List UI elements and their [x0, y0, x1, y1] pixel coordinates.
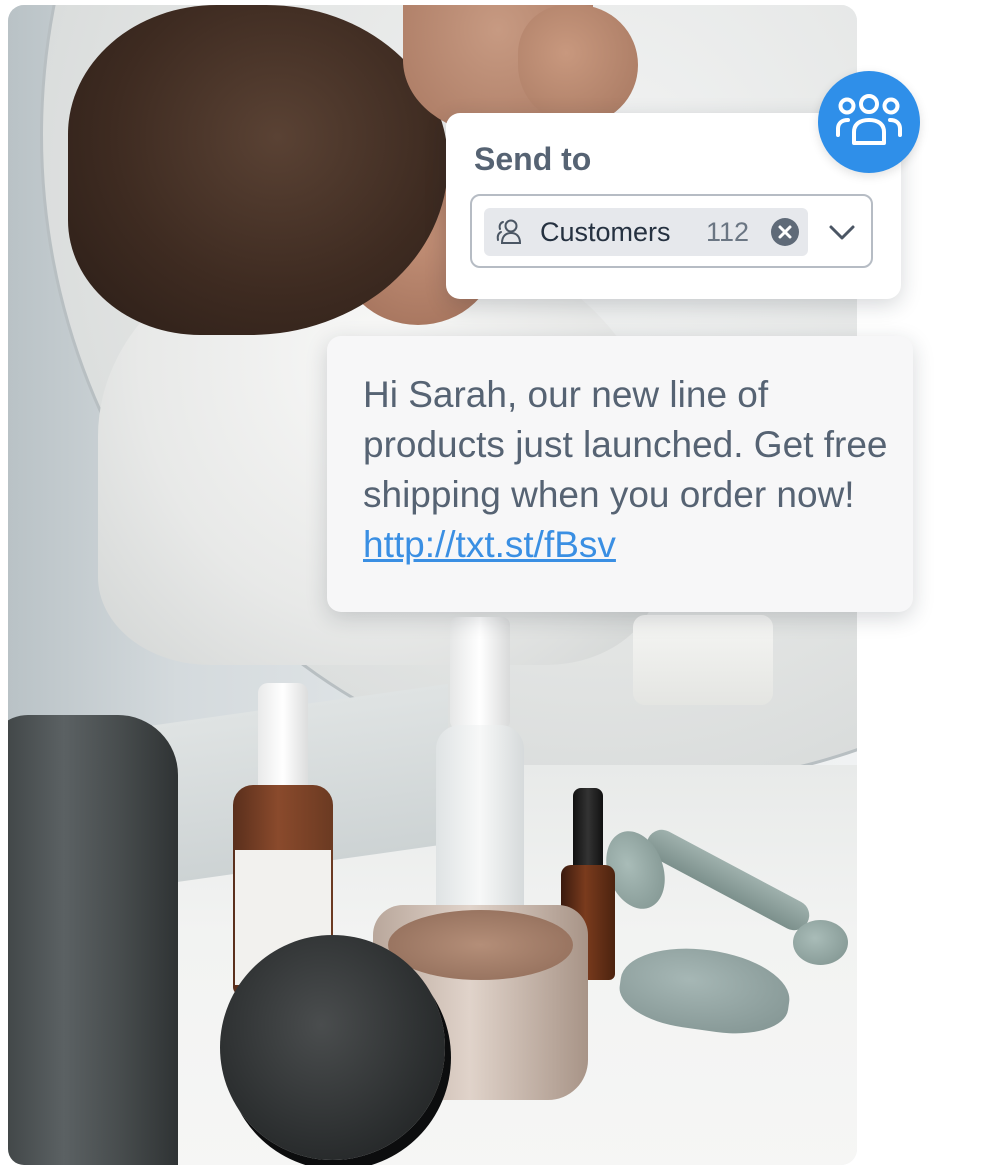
photo-jar-lid [220, 935, 445, 1160]
photo-pump-top [450, 617, 510, 729]
close-circle-icon[interactable] [771, 218, 799, 246]
photo-cosmetic-bag [8, 715, 178, 1165]
group-people-icon [818, 71, 920, 173]
message-body: Hi Sarah, our new line of products just … [363, 370, 893, 570]
photo-hand [518, 5, 638, 125]
message-link[interactable]: http://txt.st/fBsv [363, 524, 616, 565]
recipient-chip-count: 112 [706, 217, 750, 247]
photo-face-roller-small [793, 920, 848, 965]
group-people-glyph [836, 94, 902, 145]
photo-spray-cap [258, 683, 308, 793]
recipient-select[interactable]: Customers 112 [470, 194, 873, 268]
message-card: Hi Sarah, our new line of products just … [327, 336, 913, 612]
photo-pump-bottle [436, 725, 524, 935]
chevron-down-icon[interactable] [826, 220, 858, 244]
recipient-chip[interactable]: Customers 112 [484, 208, 808, 256]
recipient-chip-label: Customers [540, 217, 671, 247]
photo-reflected-jar [633, 615, 773, 705]
photo-dropper-cap [573, 788, 603, 873]
contacts-group-icon [496, 219, 522, 244]
photo-scrub [388, 910, 573, 980]
send-to-title: Send to [474, 141, 592, 177]
close-x-icon [778, 225, 792, 239]
message-text: Hi Sarah, our new line of products just … [363, 374, 888, 515]
